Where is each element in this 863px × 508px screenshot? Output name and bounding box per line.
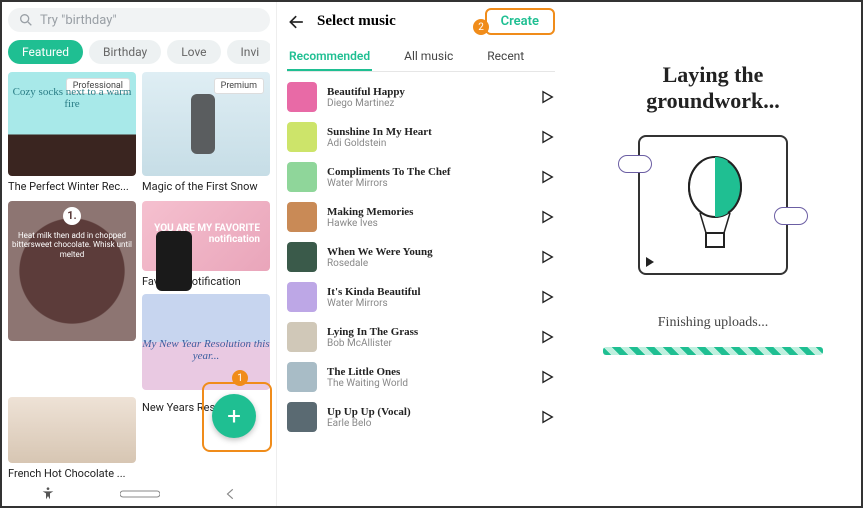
plus-icon: +	[227, 402, 241, 430]
select-music-title: Select music	[317, 13, 485, 30]
template-card[interactable]: YOU ARE MY FAVORITE notification Favorit…	[142, 201, 270, 392]
track-row[interactable]: Sunshine In My HeartAdi Goldstein	[287, 122, 555, 152]
search-bar[interactable]: Try "birthday"	[8, 8, 270, 32]
tab-all-music[interactable]: All music	[402, 43, 455, 71]
track-title: When We Were Young	[327, 246, 529, 258]
track-thumb	[287, 322, 317, 352]
track-row[interactable]: Lying In The GrassBob McAllister	[287, 322, 555, 352]
track-artist: The Waiting World	[327, 378, 529, 389]
track-artist: Diego Martinez	[327, 98, 529, 109]
track-title: Sunshine In My Heart	[327, 126, 529, 138]
track-title: Lying In The Grass	[327, 326, 529, 338]
track-thumb	[287, 242, 317, 272]
chip-love[interactable]: Love	[167, 40, 220, 64]
play-icon[interactable]	[539, 329, 555, 345]
tab-recommended[interactable]: Recommended	[287, 43, 372, 71]
loading-status: Finishing uploads...	[658, 315, 768, 331]
back-icon[interactable]	[224, 487, 238, 501]
track-thumb	[287, 282, 317, 312]
card-title: Magic of the First Snow	[142, 180, 270, 193]
track-thumb	[287, 402, 317, 432]
play-icon[interactable]	[539, 249, 555, 265]
track-artist: Hawke Ives	[327, 218, 529, 229]
progress-bar	[603, 347, 823, 355]
track-thumb	[287, 362, 317, 392]
track-row[interactable]: It's Kinda BeautifulWater Mirrors	[287, 282, 555, 312]
select-music-panel: Select music Create 2 Recommended All mu…	[277, 2, 565, 506]
track-artist: Water Mirrors	[327, 178, 529, 189]
track-title: Making Memories	[327, 206, 529, 218]
track-artist: Rosedale	[327, 258, 529, 269]
play-icon[interactable]	[539, 369, 555, 385]
track-artist: Bob McAllister	[327, 338, 529, 349]
card-title: The Perfect Winter Rec...	[8, 180, 136, 193]
callout-2: 2	[473, 19, 489, 35]
category-chips: Featured Birthday Love Invi	[8, 40, 270, 64]
play-icon[interactable]	[539, 289, 555, 305]
track-row[interactable]: When We Were YoungRosedale	[287, 242, 555, 272]
chip-invi[interactable]: Invi	[227, 40, 270, 64]
template-card[interactable]: ProfessionalCozy socks next to a warm fi…	[8, 72, 136, 195]
track-title: It's Kinda Beautiful	[327, 286, 529, 298]
play-icon[interactable]	[539, 169, 555, 185]
track-title: The Little Ones	[327, 366, 529, 378]
track-artist: Adi Goldstein	[327, 138, 529, 149]
track-list: Beautiful HappyDiego Martinez Sunshine In…	[287, 72, 555, 506]
play-icon[interactable]	[539, 209, 555, 225]
play-icon[interactable]	[539, 89, 555, 105]
loading-panel: Laying thegroundwork... Finishing upload…	[565, 2, 861, 506]
nav-pill-icon[interactable]	[120, 489, 160, 499]
track-artist: Earle Belo	[327, 418, 529, 429]
track-title: Beautiful Happy	[327, 86, 529, 98]
chip-featured[interactable]: Featured	[8, 40, 83, 64]
track-row[interactable]: The Little OnesThe Waiting World	[287, 362, 555, 392]
track-artist: Water Mirrors	[327, 298, 529, 309]
badge-premium: Premium	[214, 78, 264, 94]
play-icon[interactable]	[539, 409, 555, 425]
back-arrow-icon[interactable]	[287, 12, 307, 32]
tab-recent[interactable]: Recent	[485, 43, 526, 71]
loading-illustration	[638, 135, 788, 275]
accessibility-icon[interactable]	[40, 486, 56, 502]
track-row[interactable]: Up Up Up (Vocal)Earle Belo	[287, 402, 555, 432]
create-button[interactable]: Create	[485, 8, 555, 35]
track-title: Up Up Up (Vocal)	[327, 406, 529, 418]
track-row[interactable]: Compliments To The ChefWater Mirrors	[287, 162, 555, 192]
card-title: French Hot Chocolate ...	[8, 467, 136, 480]
track-thumb	[287, 122, 317, 152]
track-row[interactable]: Beautiful HappyDiego Martinez	[287, 82, 555, 112]
template-card[interactable]: Premium Magic of the First Snow	[142, 72, 270, 195]
play-mini-icon	[646, 257, 654, 267]
track-title: Compliments To The Chef	[327, 166, 529, 178]
create-fab[interactable]: +	[212, 394, 256, 438]
track-thumb	[287, 82, 317, 112]
chip-birthday[interactable]: Birthday	[89, 40, 161, 64]
template-card[interactable]: French Hot Chocolate ...	[8, 397, 136, 482]
android-nav-bar	[8, 482, 270, 506]
template-card[interactable]: 1.Heat milk then add in chopped bittersw…	[8, 201, 136, 392]
balloon-icon	[640, 137, 790, 277]
search-placeholder: Try "birthday"	[40, 13, 117, 28]
track-thumb	[287, 202, 317, 232]
search-icon	[18, 12, 34, 28]
track-row[interactable]: Making MemoriesHawke Ives	[287, 202, 555, 232]
track-thumb	[287, 162, 317, 192]
play-icon[interactable]	[539, 129, 555, 145]
music-tabs: Recommended All music Recent	[287, 43, 555, 72]
loading-title: Laying thegroundwork...	[646, 62, 779, 115]
callout-1: 1	[232, 370, 248, 386]
